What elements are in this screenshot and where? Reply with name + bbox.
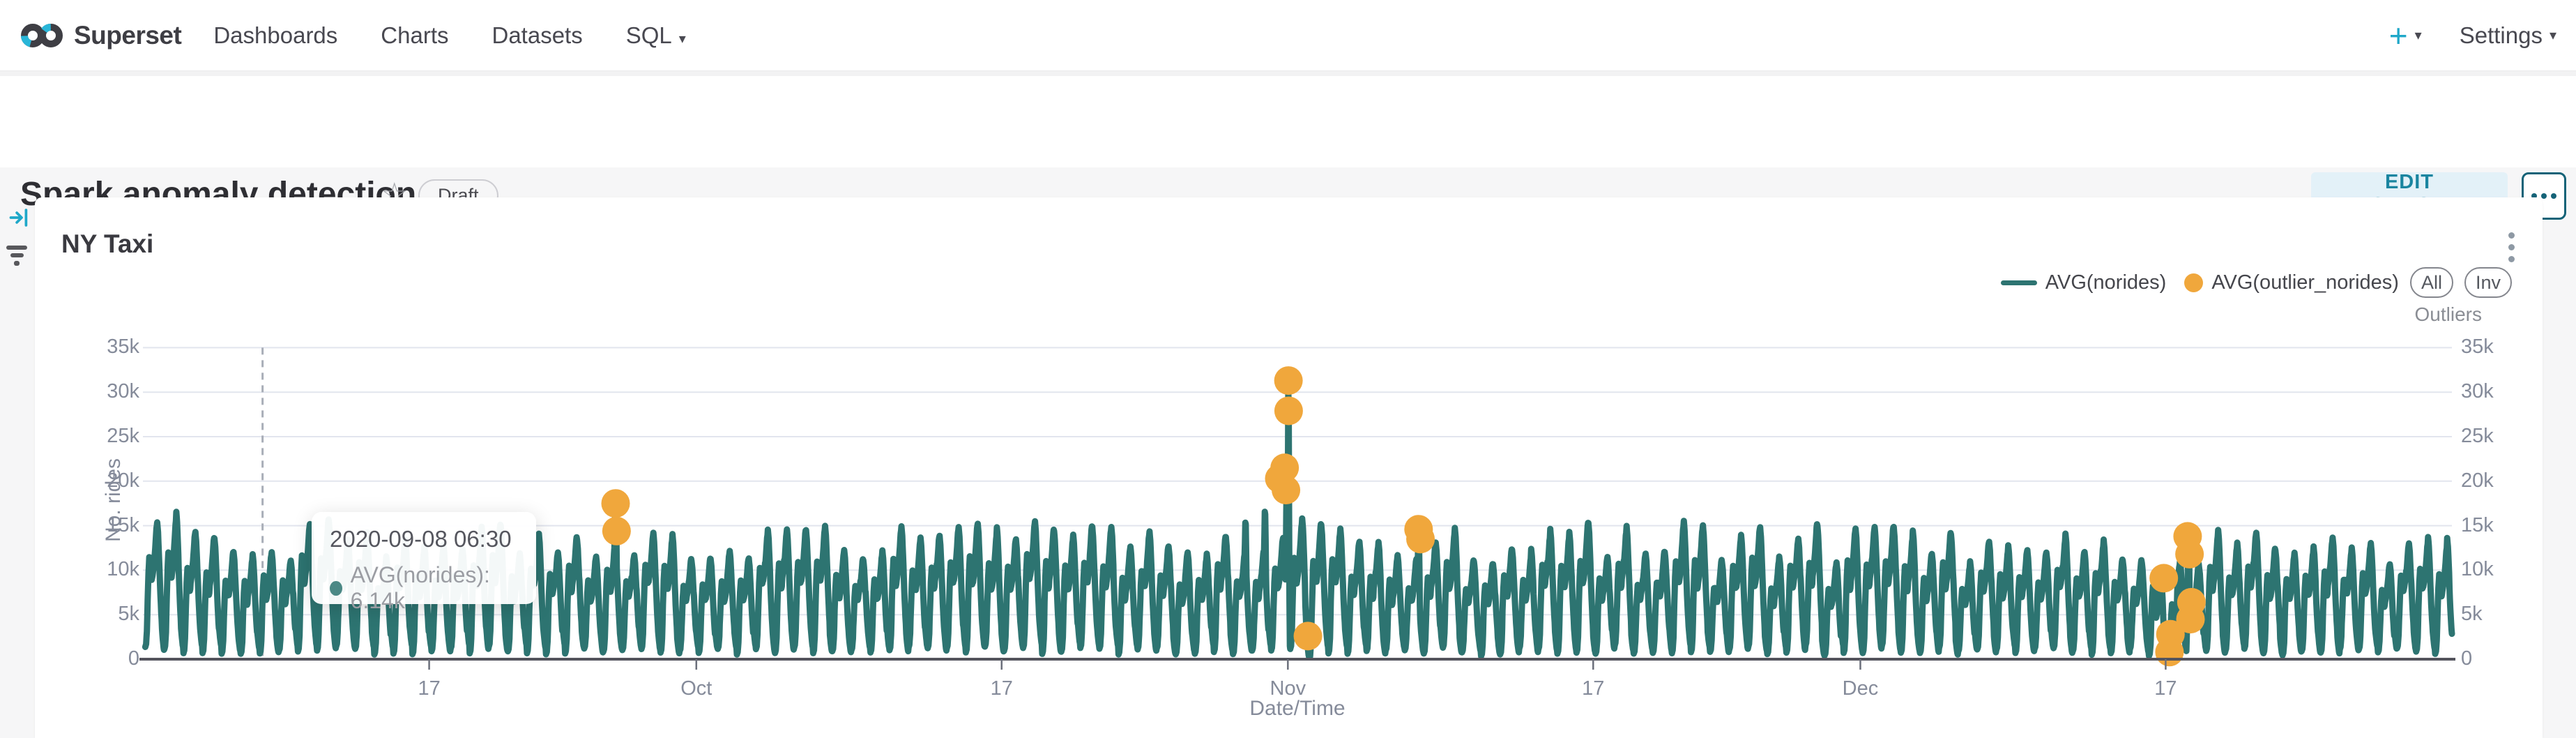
new-item-button[interactable]: + ▾ — [2389, 20, 2422, 52]
top-navbar: Superset Dashboards Charts Datasets SQL▾… — [0, 0, 2576, 70]
chevron-down-icon: ▾ — [679, 31, 686, 47]
y-tick-label-left: 5k — [56, 603, 139, 626]
filter-icon[interactable] — [6, 246, 28, 269]
x-tick-label: Oct — [648, 677, 745, 700]
y-tick-label-left: 20k — [56, 469, 139, 492]
settings-menu[interactable]: Settings▾ — [2460, 22, 2556, 49]
outlier-point — [2175, 540, 2204, 568]
y-tick-label-right: 30k — [2461, 380, 2545, 403]
outlier-point — [602, 489, 630, 518]
outlier-point — [602, 517, 631, 545]
x-tick-label: 17 — [2117, 677, 2214, 700]
nav-datasets[interactable]: Datasets — [492, 22, 583, 49]
outlier-point — [1406, 525, 1435, 553]
outlier-point — [1294, 622, 1323, 650]
x-axis-title: Date/Time — [1249, 697, 1346, 721]
y-tick-label-right: 35k — [2461, 336, 2545, 359]
x-tick-label: 17 — [381, 677, 478, 700]
superset-infinity-icon — [21, 19, 64, 52]
expand-filter-bar-button[interactable] — [8, 207, 29, 232]
outlier-point — [1274, 396, 1303, 425]
nav-charts[interactable]: Charts — [381, 22, 448, 49]
x-tick-label: Dec — [1811, 677, 1909, 700]
chevron-down-icon: ▾ — [2550, 27, 2556, 44]
superset-logo[interactable]: Superset — [21, 19, 181, 52]
y-axis-title: No. rides — [102, 465, 125, 542]
y-tick-label-right: 10k — [2461, 558, 2545, 581]
y-tick-label-right: 5k — [2461, 603, 2545, 626]
chart-card: NY Taxi AVG(norides) AVG(outlier_norides… — [35, 197, 2543, 738]
outlier-point — [2149, 564, 2178, 592]
y-tick-label-left: 30k — [56, 380, 139, 403]
y-tick-label-left: 0 — [56, 647, 139, 670]
arrow-right-to-bar-icon — [8, 207, 29, 228]
nav-dashboards[interactable]: Dashboards — [213, 22, 337, 49]
y-tick-label-left: 25k — [56, 425, 139, 448]
y-tick-label-right: 25k — [2461, 425, 2545, 448]
outlier-point — [2155, 638, 2183, 666]
brand-name: Superset — [74, 21, 181, 50]
tooltip-date: 2020-09-08 06:30 — [330, 526, 518, 552]
series-color-dot — [330, 581, 342, 596]
outlier-point — [1274, 366, 1303, 395]
y-tick-label-right: 20k — [2461, 469, 2545, 492]
outlier-point — [1272, 476, 1300, 504]
y-tick-label-right: 0 — [2461, 647, 2545, 670]
dashboard-header: Spark anomaly detection ☆ Draft EDIT DAS… — [0, 76, 2576, 167]
tooltip-value: AVG(norides): 6.14k — [351, 562, 518, 614]
y-tick-label-right: 15k — [2461, 514, 2545, 537]
y-tick-label-left: 10k — [56, 558, 139, 581]
nav-sql[interactable]: SQL▾ — [626, 22, 686, 49]
y-tick-label-left: 15k — [56, 514, 139, 537]
x-tick-label: 17 — [1544, 677, 1642, 700]
chart-plot-area[interactable] — [35, 197, 2543, 738]
x-tick-label: 17 — [953, 677, 1051, 700]
chart-tooltip: 2020-09-08 06:30 AVG(norides): 6.14k — [312, 512, 536, 604]
y-tick-label-left: 35k — [56, 336, 139, 359]
chevron-down-icon: ▾ — [2415, 27, 2422, 44]
plus-icon: + — [2389, 20, 2408, 52]
